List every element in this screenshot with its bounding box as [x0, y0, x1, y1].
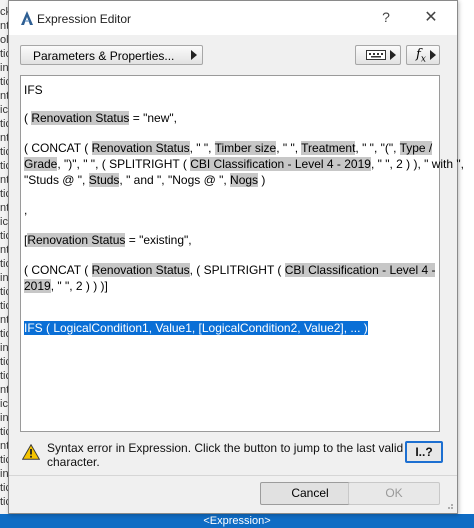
background-status-bar: <Expression> — [0, 514, 474, 528]
expression-line: IFS — [24, 82, 43, 98]
selected-text: IFS ( LogicalCondition1, Value1, [Logica… — [24, 321, 368, 335]
archicad-icon — [21, 11, 33, 25]
background-text-fragment: ic — [0, 104, 8, 116]
expression-text: ) — [258, 173, 266, 187]
warning-icon — [22, 444, 40, 460]
chevron-right-icon — [430, 50, 436, 60]
expression-text: ( CONCAT ( — [24, 141, 92, 155]
expression-text: = "new", — [129, 111, 177, 125]
property-token: Renovation Status — [91, 263, 190, 277]
property-token: Renovation Status — [27, 233, 126, 247]
property-token: 2019 — [24, 279, 51, 293]
expression-text: , " ", — [189, 141, 215, 155]
expression-line: , — [24, 202, 27, 218]
expression-text: IFS — [24, 83, 43, 97]
expression-line: Grade, ")", " ", ( SPLITRIGHT ( CBI Clas… — [24, 156, 464, 172]
background-status-label: <Expression> — [203, 515, 271, 527]
chevron-right-icon — [191, 50, 197, 60]
expression-text: , " ", — [276, 141, 302, 155]
expression-text: , " ", 2 ) ), " with ", — [370, 157, 464, 171]
divider — [9, 475, 457, 476]
property-token: Timber size — [214, 141, 277, 155]
expression-text: , ( SPLITRIGHT ( — [189, 263, 285, 277]
expression-text: ( CONCAT ( — [24, 263, 92, 277]
property-token: Renovation Status — [91, 141, 190, 155]
function-icon: fx — [416, 47, 426, 65]
window-title: Expression Editor — [37, 12, 132, 26]
expression-line: ( CONCAT ( Renovation Status, " ", Timbe… — [24, 140, 433, 156]
expression-line: IFS ( LogicalCondition1, Value1, [Logica… — [24, 320, 368, 336]
function-button[interactable]: fx — [406, 45, 440, 65]
property-token: Nogs — [230, 173, 259, 187]
expression-line: "Studs @ ", Studs, " and ", "Nogs @ ", N… — [24, 172, 265, 188]
expression-line: 2019, " ", 2 ) ) )] — [24, 278, 108, 294]
help-button[interactable]: ? — [376, 9, 396, 27]
expression-line: [Renovation Status = "existing", — [24, 232, 192, 248]
resize-grip-icon[interactable] — [444, 500, 454, 510]
expression-line: ( Renovation Status = "new", — [24, 110, 177, 126]
expression-text: , ")", " ", ( SPLITRIGHT ( — [57, 157, 191, 171]
property-token: Treatment — [301, 141, 356, 155]
property-token: Renovation Status — [31, 111, 130, 125]
chevron-right-icon — [390, 50, 396, 60]
syntax-error-message: Syntax error in Expression. Click the bu… — [47, 441, 404, 469]
expression-text: , " ", 2 ) ) )] — [50, 279, 108, 293]
property-token: Grade — [24, 157, 58, 171]
jump-to-last-valid-button[interactable]: I..? — [405, 441, 443, 463]
background-text-fragment: ic — [0, 398, 8, 410]
expression-text: , " ", "(", — [355, 141, 400, 155]
ok-button[interactable]: OK — [348, 482, 440, 505]
status-area: Syntax error in Expression. Click the bu… — [20, 437, 443, 471]
property-token: CBI Classification - Level 4 - — [284, 263, 436, 277]
property-token: Studs — [88, 173, 120, 187]
keyboard-icon — [366, 50, 386, 60]
expression-text: , " and ", "Nogs @ ", — [119, 173, 231, 187]
expression-line: ( CONCAT ( Renovation Status, ( SPLITRIG… — [24, 262, 436, 278]
background-text-fragment: ic — [0, 216, 8, 228]
expression-text: = "existing", — [125, 233, 192, 247]
property-token: CBI Classification - Level 4 - 2019 — [190, 157, 371, 171]
expression-text-area[interactable]: IFS ( Renovation Status = "new", ( CONCAT … — [20, 75, 464, 432]
parameters-properties-label: Parameters & Properties... — [33, 49, 175, 63]
title-bar[interactable]: Expression Editor ? ✕ — [9, 1, 457, 35]
expression-text: , — [24, 203, 28, 217]
property-token: Type / — [399, 141, 433, 155]
expression-editor-dialog: Expression Editor ? ✕ Parameters & Prope… — [8, 0, 464, 514]
close-button[interactable]: ✕ — [420, 7, 442, 29]
parameters-properties-button[interactable]: Parameters & Properties... — [20, 45, 203, 65]
keyboard-button[interactable] — [355, 45, 401, 65]
expression-text: "Studs @ ", — [24, 173, 89, 187]
cancel-button[interactable]: Cancel — [260, 482, 360, 505]
